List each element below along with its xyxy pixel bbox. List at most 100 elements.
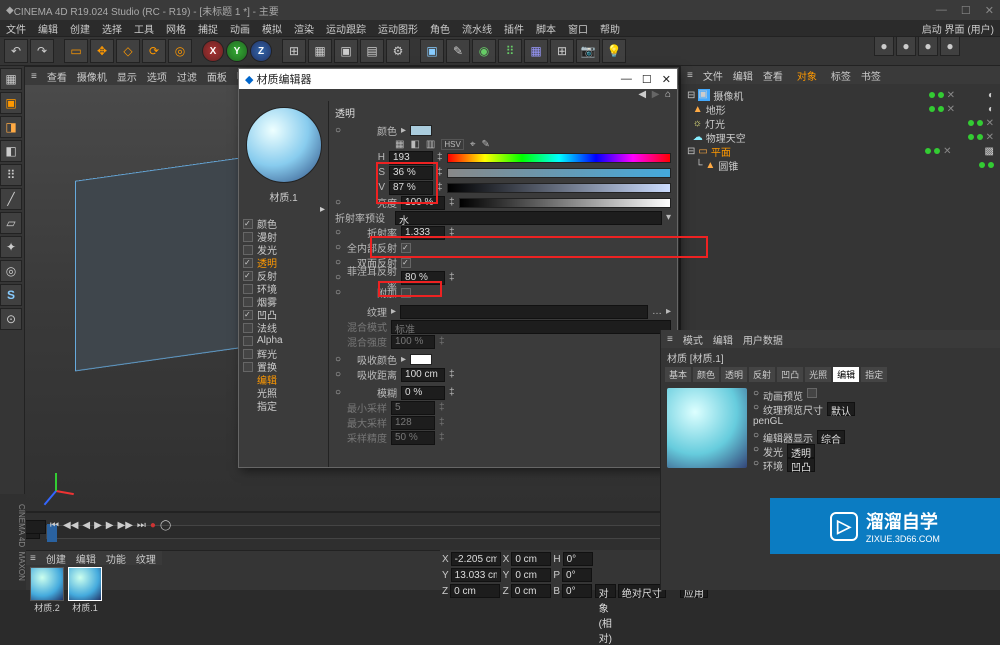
render-settings-button[interactable]: ⚙ xyxy=(386,39,410,63)
dlg-close[interactable]: ✕ xyxy=(662,73,671,86)
environment-button[interactable]: ⊞ xyxy=(550,39,574,63)
val-input[interactable] xyxy=(389,181,433,195)
menu-motiontrack[interactable]: 运动跟踪 xyxy=(326,21,366,36)
obj-tab-objects[interactable]: 对象 xyxy=(793,67,821,84)
vp-tab-camera[interactable]: 摄像机 xyxy=(77,69,107,84)
dialog-titlebar[interactable]: ◆ 材质编辑器 — ☐ ✕ xyxy=(239,69,677,89)
color-swatch[interactable] xyxy=(410,125,432,136)
select-tool[interactable]: ▭ xyxy=(64,39,88,63)
hsv-mode-icon[interactable]: ◧ xyxy=(410,139,419,150)
axis-y-toggle[interactable]: Y xyxy=(226,40,248,62)
prim3[interactable]: ● xyxy=(918,36,938,56)
obj-tab-tags[interactable]: 标签 xyxy=(831,68,851,83)
hue-slider[interactable] xyxy=(447,153,671,163)
brightness-input[interactable] xyxy=(401,196,445,210)
menu-script[interactable]: 脚本 xyxy=(536,21,556,36)
scale-tool[interactable]: ◇ xyxy=(116,39,140,63)
nav-fwd-icon[interactable]: ▶ xyxy=(652,89,660,100)
maximize-button[interactable]: ☐ xyxy=(961,4,971,17)
rotate-tool[interactable]: ⟳ xyxy=(142,39,166,63)
menu-select[interactable]: 选择 xyxy=(102,21,122,36)
menu-pipeline[interactable]: 流水线 xyxy=(462,21,492,36)
menu-simulate[interactable]: 模拟 xyxy=(262,21,282,36)
ior-preset-dropdown[interactable]: 水 xyxy=(395,211,662,225)
material-editor-dialog[interactable]: ◆ 材质编辑器 — ☐ ✕ ◀ ▶ ⌂ 材质.1 ▸ 颜色 漫射 发光 透明 反… xyxy=(238,68,678,468)
pv-render-button[interactable]: ▤ xyxy=(360,39,384,63)
move-tool[interactable]: ✥ xyxy=(90,39,114,63)
render-view-button[interactable]: ▦ xyxy=(308,39,332,63)
close-button[interactable]: ✕ xyxy=(985,4,994,17)
hue-input[interactable] xyxy=(389,151,433,165)
prim1[interactable]: ● xyxy=(874,36,894,56)
layout-selector[interactable]: 启动 界面 (用户) xyxy=(922,21,994,36)
obj-tab-bookmarks[interactable]: 书签 xyxy=(861,68,881,83)
picker-icon[interactable]: ⌖ xyxy=(470,139,476,150)
prev-frame[interactable]: ◀ xyxy=(82,520,90,534)
nav-back-icon[interactable]: ◀ xyxy=(638,89,646,100)
menu-render[interactable]: 渲染 xyxy=(294,21,314,36)
array-button[interactable]: ⠿ xyxy=(498,39,522,63)
redo-button[interactable]: ↷ xyxy=(30,39,54,63)
material-thumb[interactable] xyxy=(30,567,64,601)
deformer-button[interactable]: ▦ xyxy=(524,39,548,63)
model-mode[interactable]: ▣ xyxy=(0,92,22,114)
eyedropper-icon[interactable]: ✎ xyxy=(481,139,489,150)
material-name[interactable]: 材质.1 xyxy=(239,189,328,204)
menu-create[interactable]: 创建 xyxy=(70,21,90,36)
polygon-mode[interactable]: ▱ xyxy=(0,212,22,234)
workplane[interactable]: ◧ xyxy=(0,140,22,162)
menu-character[interactable]: 角色 xyxy=(430,21,450,36)
swatches-icon[interactable]: ▥ xyxy=(426,139,435,150)
menu-mesh[interactable]: 网格 xyxy=(166,21,186,36)
last-tool[interactable]: ◎ xyxy=(168,39,192,63)
axis-mode[interactable]: ✦ xyxy=(0,236,22,258)
obj-tab-file[interactable]: 文件 xyxy=(703,68,723,83)
menu-help[interactable]: 帮助 xyxy=(600,21,620,36)
camera-button[interactable]: 📷 xyxy=(576,39,600,63)
nurbs-button[interactable]: ◉ xyxy=(472,39,496,63)
preview-options-icon[interactable]: ▸ xyxy=(320,204,325,215)
play-button[interactable]: ▶ xyxy=(94,520,102,534)
fresnel-input[interactable] xyxy=(401,271,445,285)
point-mode[interactable]: ⠿ xyxy=(0,164,22,186)
menu-plugins[interactable]: 插件 xyxy=(504,21,524,36)
cube-primitive[interactable]: ▣ xyxy=(420,39,444,63)
goto-end[interactable]: ⏭ xyxy=(137,520,146,534)
obj-tab-view[interactable]: 查看 xyxy=(763,68,783,83)
axis-x-toggle[interactable]: X xyxy=(202,40,224,62)
vp-tab-display[interactable]: 显示 xyxy=(117,69,137,84)
hex-mode[interactable]: HSV xyxy=(441,139,463,150)
texture-mode[interactable]: ◨ xyxy=(0,116,22,138)
pen-tool[interactable]: ✎ xyxy=(446,39,470,63)
ior-input[interactable] xyxy=(401,226,445,240)
goto-start[interactable]: ⏮ xyxy=(50,520,59,534)
coord-system-button[interactable]: ⊞ xyxy=(282,39,306,63)
sat-slider[interactable] xyxy=(447,168,671,178)
prim2[interactable]: ● xyxy=(896,36,916,56)
autokey-button[interactable]: ◯ xyxy=(160,520,171,534)
menu-tools[interactable]: 工具 xyxy=(134,21,154,36)
absorb-dist-input[interactable] xyxy=(401,368,445,382)
menu-snap[interactable]: 捕捉 xyxy=(198,21,218,36)
vp-tab-options[interactable]: 选项 xyxy=(147,69,167,84)
brightness-slider[interactable] xyxy=(459,198,671,208)
double-sided-checkbox[interactable] xyxy=(401,258,411,268)
menu-edit[interactable]: 编辑 xyxy=(38,21,58,36)
region-render-button[interactable]: ▣ xyxy=(334,39,358,63)
menu-file[interactable]: 文件 xyxy=(6,21,26,36)
viewport-solo[interactable]: S xyxy=(0,284,22,306)
nav-func-icon[interactable]: ⌂ xyxy=(665,89,671,100)
dlg-minimize[interactable]: — xyxy=(621,73,632,86)
minimize-button[interactable]: — xyxy=(936,4,947,17)
undo-button[interactable]: ↶ xyxy=(4,39,28,63)
next-frame[interactable]: ▶ xyxy=(106,520,114,534)
vp-tab-panel[interactable]: 面板 xyxy=(207,69,227,84)
obj-tab-edit[interactable]: 编辑 xyxy=(733,68,753,83)
snap-toggle[interactable]: ⊙ xyxy=(0,308,22,330)
blur-input[interactable] xyxy=(401,386,445,400)
tir-checkbox[interactable] xyxy=(401,243,411,253)
absorb-color-swatch[interactable] xyxy=(410,354,432,365)
prim4[interactable]: ● xyxy=(940,36,960,56)
make-editable[interactable]: ▦ xyxy=(0,68,22,90)
axis-z-toggle[interactable]: Z xyxy=(250,40,272,62)
